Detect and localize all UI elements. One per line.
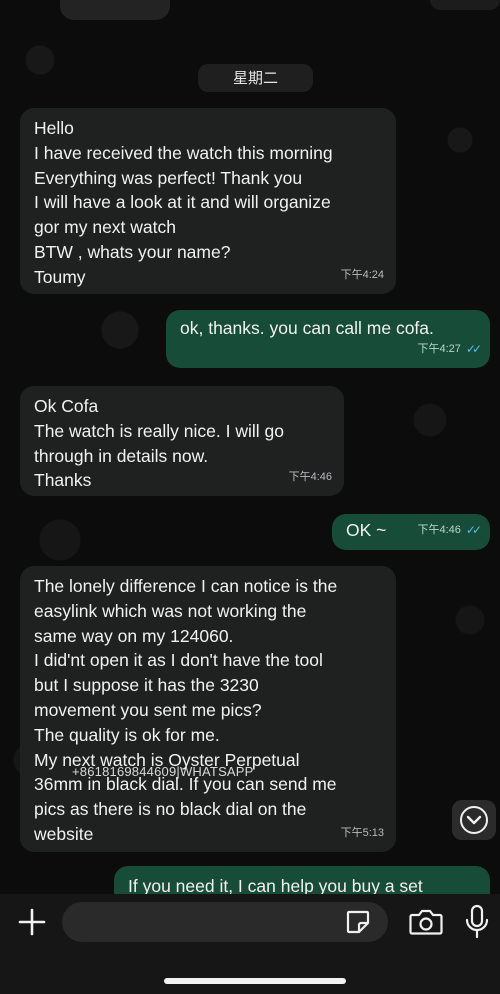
microphone-icon [465, 904, 489, 939]
message-line: gor my next watch [34, 217, 176, 238]
message-time: 下午4:46 [288, 471, 332, 484]
home-indicator[interactable] [164, 978, 346, 984]
message-meta: 下午4:27 ✓✓ [417, 337, 482, 362]
attach-button[interactable] [16, 906, 48, 938]
message-line: Ok Cofa [34, 396, 99, 416]
message-line: The quality is ok for me. [34, 724, 220, 745]
message-line: Toumy [34, 266, 86, 287]
chevron-down-circle-icon [460, 806, 488, 834]
sticker-icon [346, 910, 370, 934]
day-separator: 星期二 [198, 64, 313, 92]
double-check-icon: ✓✓ [465, 523, 482, 538]
message-meta: 下午4:24 [341, 263, 384, 288]
camera-icon [409, 909, 443, 935]
message-meta: 下午5:13 [341, 821, 384, 846]
message-line: The watch is really nice. I will go [34, 420, 284, 441]
message-line: The lonely difference I can notice is th… [34, 576, 338, 596]
message-time: 下午4:24 [340, 269, 384, 282]
message-bubble-outgoing[interactable]: ok, thanks. you can call me cofa. 下午4:27… [166, 310, 490, 368]
message-line: through in details now. [34, 445, 209, 466]
message-line: pics as there is no black dial on the [34, 799, 307, 820]
previous-bubble-edge-right [430, 0, 500, 10]
message-line: same way on my 124060. [34, 625, 234, 646]
message-line: I will have a look at it and will organi… [34, 192, 331, 213]
message-line: I did'nt open it as I don't have the too… [34, 650, 323, 671]
watermark-text: +8618169844609|WHATSAPP [72, 764, 254, 779]
message-bubble-outgoing[interactable]: OK ~ 下午4:46 ✓✓ [332, 514, 490, 550]
plus-icon [18, 908, 46, 936]
microphone-button[interactable] [464, 904, 490, 940]
message-line: Thanks [34, 470, 92, 491]
message-time: 下午4:46 [417, 524, 461, 537]
double-check-icon: ✓✓ [465, 342, 482, 357]
message-line: I have received the watch this morning [34, 142, 333, 163]
message-line: easylink which was not working the [34, 600, 307, 621]
message-line: BTW , whats your name? [34, 241, 231, 262]
previous-message-edge [0, 0, 500, 28]
message-time: 下午4:27 [417, 343, 461, 356]
previous-bubble-edge [60, 0, 170, 20]
sticker-button[interactable] [344, 908, 372, 936]
message-line: movement you sent me pics? [34, 699, 262, 720]
message-time: 下午5:13 [340, 827, 384, 840]
message-meta: 下午4:46 [289, 465, 332, 490]
message-line: Hello [34, 118, 74, 138]
message-bubble-incoming[interactable]: The lonely difference I can notice is th… [20, 566, 396, 852]
scroll-to-bottom-button[interactable] [452, 800, 496, 840]
message-input[interactable] [62, 902, 388, 942]
message-line: Everything was perfect! Thank you [34, 167, 303, 188]
message-meta: 下午4:46 ✓✓ [417, 518, 482, 543]
message-bubble-incoming[interactable]: Hello I have received the watch this mor… [20, 108, 396, 294]
camera-button[interactable] [408, 906, 444, 938]
message-line: but I suppose it has the 3230 [34, 675, 259, 696]
message-bubble-incoming[interactable]: Ok Cofa The watch is really nice. I will… [20, 386, 344, 496]
message-line: website [34, 823, 94, 844]
